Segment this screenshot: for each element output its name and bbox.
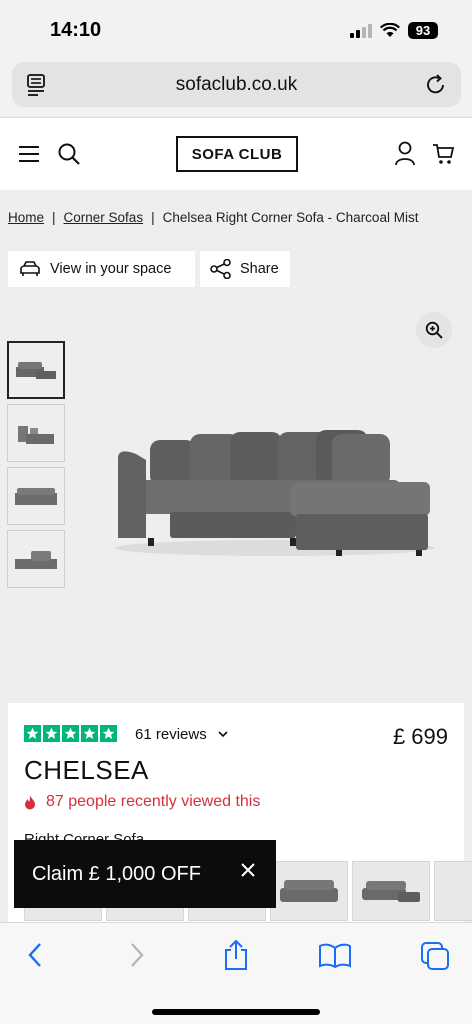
star-icon — [62, 725, 79, 742]
gallery-thumbnail-2[interactable] — [7, 404, 65, 462]
product-name: CHELSEA — [24, 755, 149, 785]
car-sofa-icon — [20, 261, 40, 276]
search-icon[interactable] — [57, 142, 81, 166]
trustpilot-rating — [24, 725, 117, 742]
tabs-icon[interactable] — [420, 941, 450, 971]
breadcrumb-category-link[interactable]: Corner Sofas — [64, 210, 144, 225]
browser-address-area: sofaclub.co.uk — [0, 58, 472, 118]
variant-option-6[interactable] — [434, 861, 472, 921]
view-in-space-label: View in your space — [50, 261, 172, 277]
share-button[interactable]: Share — [200, 251, 290, 287]
variant-option-4[interactable] — [270, 861, 348, 921]
recently-viewed-text: 87 people recently viewed this — [46, 793, 261, 810]
star-icon — [100, 725, 117, 742]
menu-icon[interactable] — [18, 145, 40, 163]
reload-icon[interactable] — [425, 73, 447, 97]
claim-offer-banner[interactable]: Claim £ 1,000 OFF — [14, 840, 276, 908]
basket-icon[interactable] — [432, 142, 456, 166]
url-text: sofaclub.co.uk — [175, 74, 298, 95]
claim-offer-text: Claim £ 1,000 OFF — [32, 862, 201, 885]
product-price: £ 699 — [392, 724, 448, 749]
gallery-thumbnail-3[interactable] — [7, 467, 65, 525]
product-main-image — [115, 430, 435, 556]
status-icons: 93 — [350, 22, 438, 39]
star-icon — [43, 725, 60, 742]
close-icon[interactable] — [240, 862, 256, 878]
address-bar[interactable]: sofaclub.co.uk — [12, 62, 461, 107]
site-logo[interactable]: SOFA CLUB — [176, 136, 298, 172]
flame-icon — [25, 794, 35, 809]
zoom-in-icon — [425, 321, 443, 339]
sofa-variant-image — [362, 881, 420, 902]
breadcrumb-home-link[interactable]: Home — [8, 210, 44, 225]
breadcrumb: Home | Corner Sofas | Chelsea Right Corner S… — [8, 210, 418, 225]
breadcrumb-current: Chelsea Right Corner Sofa - Charcoal Mis… — [162, 210, 419, 225]
reviews-count: 61 reviews — [135, 726, 207, 743]
recently-viewed-notice: 87 people recently viewed this — [24, 793, 260, 811]
variant-option-5[interactable] — [352, 861, 430, 921]
breadcrumb-separator: | — [52, 210, 56, 225]
forward-icon[interactable] — [128, 941, 146, 969]
zoom-button[interactable] — [416, 312, 452, 348]
status-time: 14:10 — [50, 19, 102, 41]
reviews-dropdown[interactable]: 61 reviews — [135, 726, 229, 743]
share-label: Share — [240, 261, 279, 277]
site-header: SOFA CLUB — [0, 118, 472, 190]
share-sheet-icon[interactable] — [222, 939, 250, 971]
bookmarks-icon[interactable] — [318, 943, 352, 969]
cellular-signal-icon — [350, 23, 372, 38]
sofa-variant-image — [280, 880, 338, 902]
sofa-thumbnail-image — [15, 488, 57, 505]
sofa-thumbnail-image — [16, 362, 56, 379]
wifi-icon — [380, 23, 400, 37]
gallery-thumbnail-4[interactable] — [7, 530, 65, 588]
sofa-thumbnail-image — [15, 551, 57, 569]
share-icon — [210, 259, 231, 279]
gallery-thumbnail-1[interactable] — [7, 341, 65, 399]
home-indicator — [152, 1009, 320, 1015]
status-bar: 14:10 93 — [0, 0, 472, 58]
star-icon — [81, 725, 98, 742]
account-icon[interactable] — [394, 141, 416, 166]
breadcrumb-separator: | — [151, 210, 155, 225]
star-icon — [24, 725, 41, 742]
back-icon[interactable] — [26, 941, 44, 969]
chevron-down-icon — [218, 731, 228, 738]
sofa-thumbnail-image — [18, 426, 54, 444]
view-in-space-button[interactable]: View in your space — [8, 251, 195, 287]
battery-indicator: 93 — [408, 22, 438, 39]
